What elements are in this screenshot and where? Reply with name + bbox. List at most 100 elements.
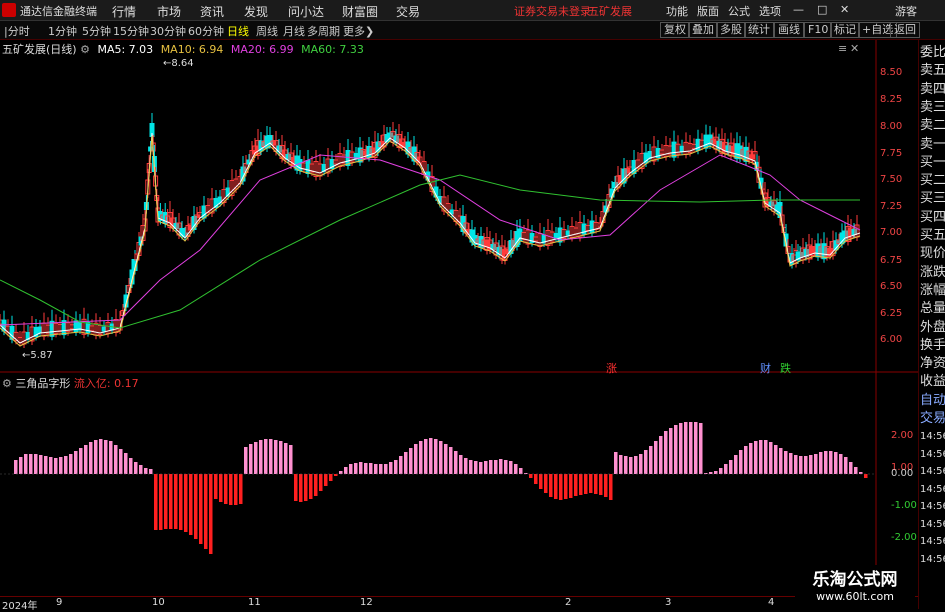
indicator-bar [844,457,848,474]
period-tab-60min[interactable]: 60分钟 [188,23,224,39]
minimize-icon[interactable]: — [793,3,804,16]
quote-field: 卖二 [920,118,945,134]
date-label: 12 [360,597,373,608]
indicator-bar [54,458,58,474]
indicator-bar [464,458,468,474]
login-notice[interactable]: 证券交易未登录 [514,3,591,19]
menu-layout[interactable]: 版面 [697,3,719,19]
indicator-bar [309,474,313,499]
close-icon[interactable]: ✕ [840,3,849,16]
indicator-bar [289,445,293,474]
indicator-bar [39,455,43,474]
maximize-icon[interactable]: □ [817,3,827,16]
price-tick: 6.50 [880,281,903,292]
price-tick: 8.25 [880,94,903,105]
menu-bar: 通达信金融终端 行情 市场 资讯 发现 问小达 财富圈 交易 证券交易未登录 五… [0,0,945,21]
period-tab-multi[interactable]: 多周期 [307,23,340,39]
indicator-bar [699,423,703,474]
quote-field: 卖三 [920,99,945,115]
period-tab-realtime[interactable]: |分时 [4,23,30,39]
indicator-bar [819,452,823,474]
mark-button[interactable]: 标记 [830,22,860,38]
menu-wealth[interactable]: 财富圈 [342,3,378,20]
back-button[interactable]: 返回 [890,22,920,38]
quote-field: 涨跌 [920,264,945,280]
menu-ask[interactable]: 问小达 [288,3,324,20]
indicator-bar [609,474,613,500]
indicator-bar [239,474,243,504]
period-tab-1min[interactable]: 1分钟 [48,23,77,39]
guest-label[interactable]: 游客 [895,3,917,19]
candle [101,326,107,332]
price-tick: 7.25 [880,201,903,212]
menu-quotes[interactable]: 行情 [112,3,136,20]
indicator-bar [804,456,808,474]
indicator-bar [114,445,118,474]
period-tab-30min[interactable]: 30分钟 [150,23,186,39]
date-label: 10 [152,597,165,608]
indicator-bar [219,474,223,502]
menu-market[interactable]: 市场 [157,3,181,20]
indicator-bar [474,461,478,474]
f10-button[interactable]: F10 [804,22,833,38]
indicator-bar [569,474,573,498]
menu-news[interactable]: 资讯 [200,3,224,20]
indicator-bar [19,457,23,474]
period-tab-month[interactable]: 月线 [283,23,305,39]
indicator-bar [404,452,408,474]
indicator-bar [274,440,278,474]
adjust-button[interactable]: 复权 [660,22,690,38]
draw-button[interactable]: 画线 [774,22,804,38]
menu-trade[interactable]: 交易 [396,3,420,20]
indicator-bar [349,464,353,474]
overlay-button[interactable]: 叠加 [688,22,718,38]
period-tab-15min[interactable]: 15分钟 [113,23,149,39]
quote-field: 自动 [920,392,945,408]
period-tab-day[interactable]: 日线 [227,23,249,39]
candle [671,141,677,158]
period-tab-5min[interactable]: 5分钟 [82,23,111,39]
indicator-bar [319,474,323,491]
kline-chart[interactable] [0,40,918,596]
indicator-bar [149,469,153,474]
indicator-bar [254,442,258,474]
indicator-bar [854,467,858,474]
candle [565,230,571,236]
indicator-bar [144,468,148,474]
period-tab-week[interactable]: 周线 [256,23,278,39]
indicator-bar [189,474,193,535]
indicator-bar [809,455,813,474]
indicator-bar [839,454,843,474]
multi-stock-button[interactable]: 多股 [716,22,746,38]
stats-button[interactable]: 统计 [744,22,774,38]
menu-formula[interactable]: 公式 [728,3,750,19]
indicator-bar [584,474,588,494]
indicator-tick: 2.00 [891,430,914,441]
indicator-bar [594,474,598,494]
indicator-bar [159,474,163,530]
indicator-bar [639,454,643,474]
indicator-bar [369,463,373,474]
indicator-bar [549,474,553,497]
indicator-bar [544,474,548,493]
candle [73,320,79,333]
indicator-bar [484,461,488,474]
menu-discover[interactable]: 发现 [244,3,268,20]
menu-function[interactable]: 功能 [666,3,688,19]
indicator-bar [444,444,448,474]
period-tab-more[interactable]: 更多❯ [343,23,374,39]
indicator-bar [59,457,63,474]
stock-name: 五矿发展 [588,5,632,18]
candle [679,145,685,152]
indicator-bar [89,442,93,474]
indicator-bar [74,451,78,474]
indicator-bar [834,452,838,474]
quote-field: 卖五 [920,63,945,79]
tick-time: 14:56 [920,518,945,530]
indicator-bar [419,441,423,474]
watermark-logo: 乐淘公式网 www.60lt.com [795,565,915,609]
indicator-bar [794,455,798,474]
menu-options[interactable]: 选项 [759,3,781,19]
indicator-bar [14,460,18,474]
indicator-bar [69,454,73,474]
